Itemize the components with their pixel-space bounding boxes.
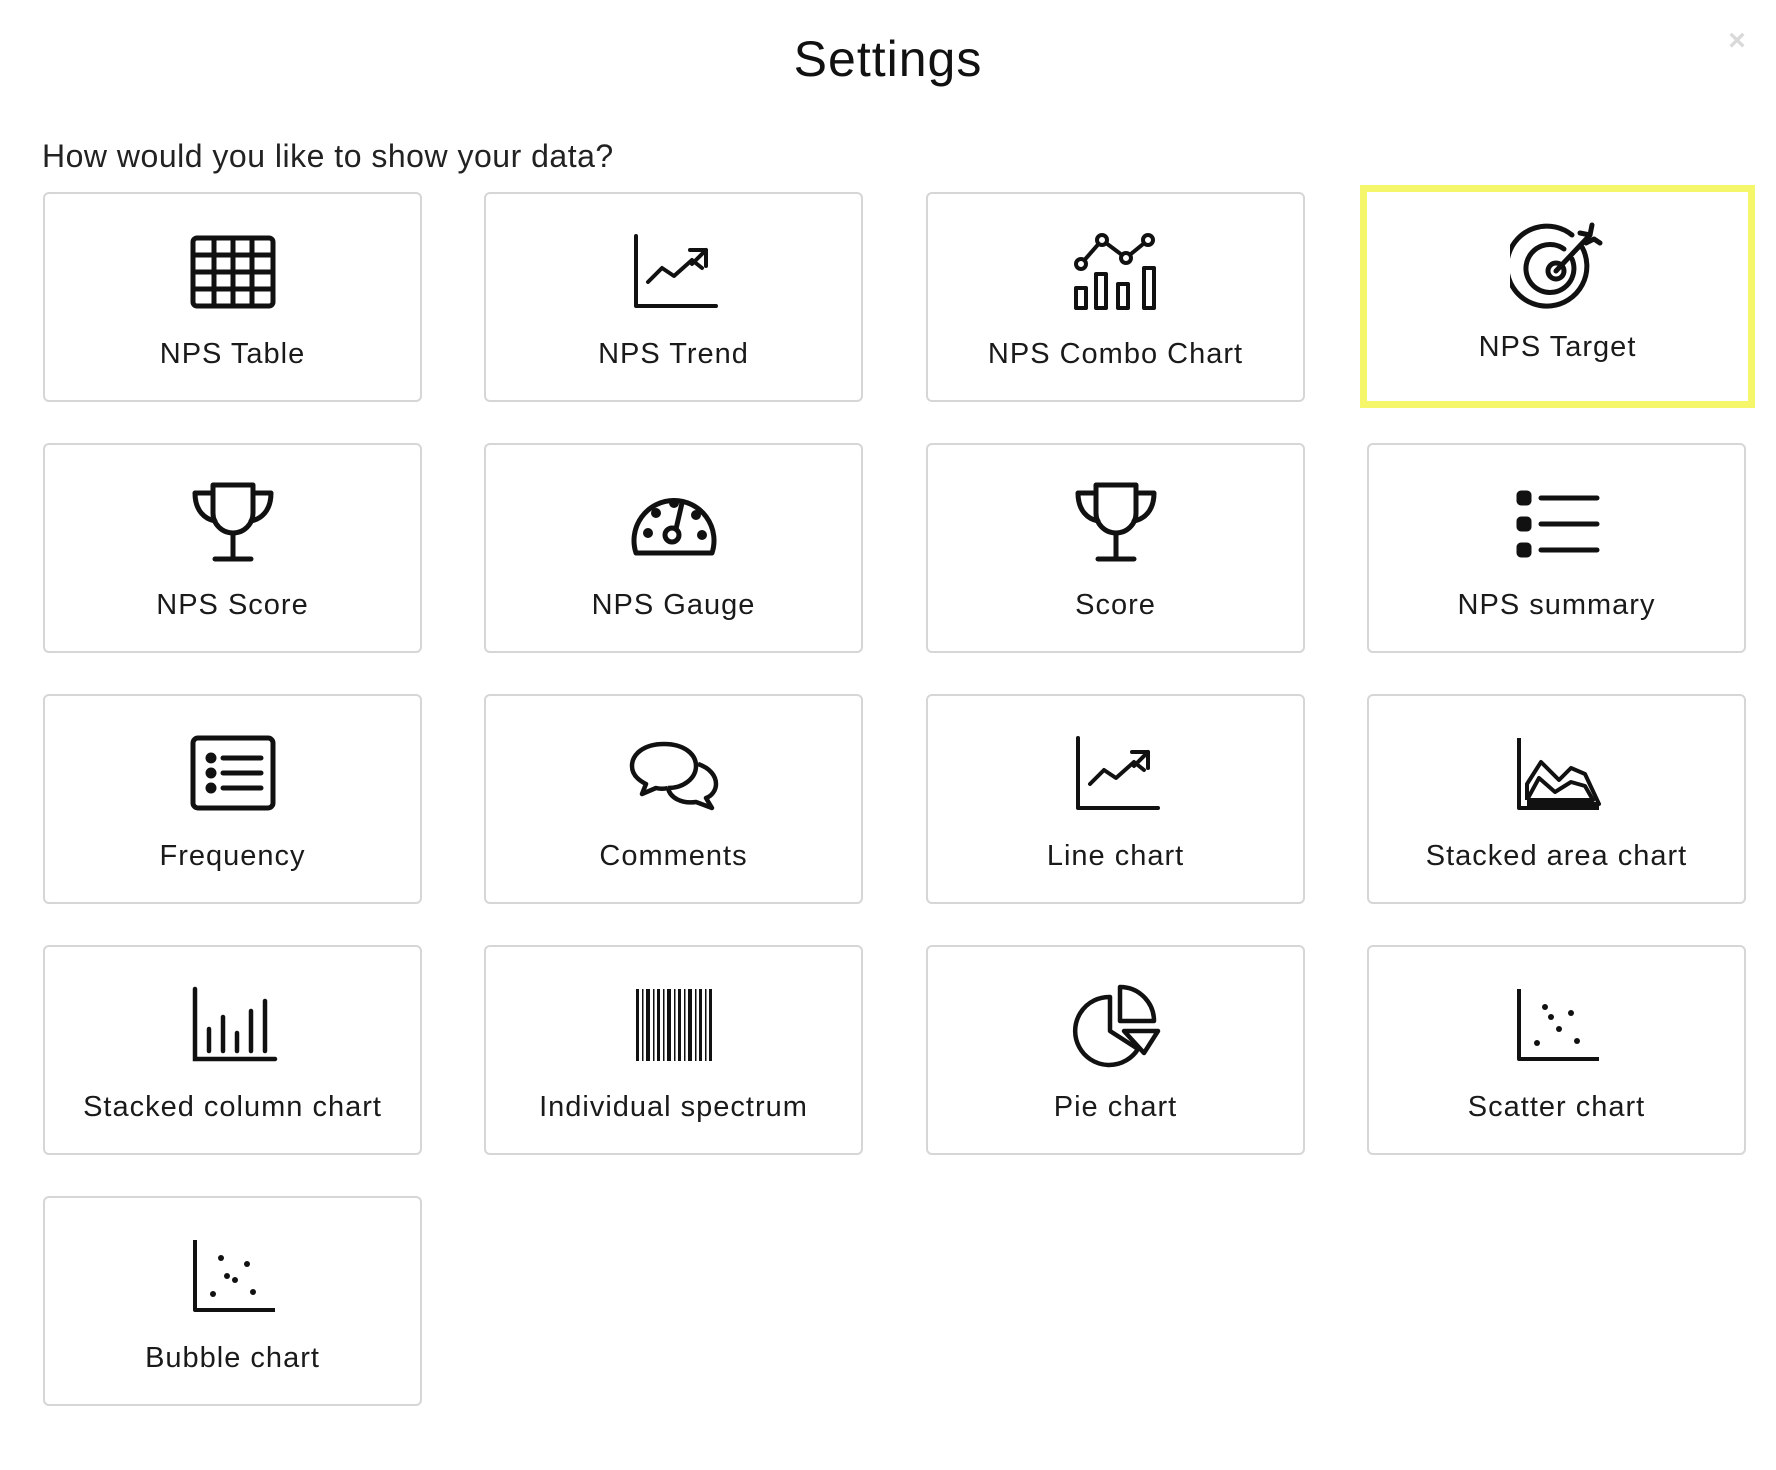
option-individual-spectrum[interactable]: Individual spectrum xyxy=(484,945,863,1155)
line-chart-icon xyxy=(1068,726,1164,822)
option-nps-combo-chart[interactable]: NPS Combo Chart xyxy=(926,192,1305,402)
option-nps-gauge[interactable]: NPS Gauge xyxy=(484,443,863,653)
pie-chart-icon xyxy=(1068,977,1164,1073)
scatter-chart-icon xyxy=(1509,977,1605,1073)
option-nps-table[interactable]: NPS Table xyxy=(43,192,422,402)
option-label: Stacked area chart xyxy=(1425,840,1688,872)
column-chart-icon xyxy=(185,977,281,1073)
option-label: Bubble chart xyxy=(145,1342,320,1374)
option-line-chart[interactable]: Line chart xyxy=(926,694,1305,904)
trophy-icon xyxy=(1068,475,1164,571)
list-box-icon xyxy=(185,726,281,822)
barcode-icon xyxy=(626,977,722,1073)
option-comments[interactable]: Comments xyxy=(484,694,863,904)
option-label: NPS summary xyxy=(1457,589,1656,621)
option-bubble-chart[interactable]: Bubble chart xyxy=(43,1196,422,1406)
option-score[interactable]: Score xyxy=(926,443,1305,653)
option-frequency[interactable]: Frequency xyxy=(43,694,422,904)
option-nps-score[interactable]: NPS Score xyxy=(43,443,422,653)
option-label: Score xyxy=(1075,589,1156,621)
option-nps-trend[interactable]: NPS Trend xyxy=(484,192,863,402)
table-icon xyxy=(185,224,281,320)
option-label: NPS Table xyxy=(159,338,306,370)
target-icon xyxy=(1509,217,1606,313)
comments-icon xyxy=(626,726,722,822)
option-label: NPS Gauge xyxy=(591,589,756,621)
option-stacked-column-chart[interactable]: Stacked column chart xyxy=(43,945,422,1155)
option-label: Frequency xyxy=(159,840,306,872)
trophy-icon xyxy=(185,475,281,571)
option-stacked-area-chart[interactable]: Stacked area chart xyxy=(1367,694,1746,904)
option-label: Scatter chart xyxy=(1467,1091,1646,1123)
option-nps-target[interactable]: NPS Target xyxy=(1360,185,1755,408)
combo-chart-icon xyxy=(1068,224,1164,320)
option-pie-chart[interactable]: Pie chart xyxy=(926,945,1305,1155)
option-nps-summary[interactable]: NPS summary xyxy=(1367,443,1746,653)
option-label: Individual spectrum xyxy=(539,1091,808,1123)
option-label: NPS Score xyxy=(156,589,309,621)
trend-icon xyxy=(626,224,722,320)
visualization-options-grid: NPS Table NPS Trend NPS Combo Chart NPS … xyxy=(0,0,1776,1470)
option-label: Line chart xyxy=(1046,840,1185,872)
option-label: NPS Target xyxy=(1478,331,1637,363)
option-label: Comments xyxy=(599,840,748,872)
option-label: NPS Combo Chart xyxy=(987,338,1244,370)
gauge-icon xyxy=(626,475,722,571)
area-chart-icon xyxy=(1509,726,1605,822)
option-scatter-chart[interactable]: Scatter chart xyxy=(1367,945,1746,1155)
option-label: NPS Trend xyxy=(598,338,749,370)
bubble-chart-icon xyxy=(185,1228,281,1324)
option-label: Stacked column chart xyxy=(83,1091,382,1123)
list-icon xyxy=(1509,475,1605,571)
option-label: Pie chart xyxy=(1053,1091,1178,1123)
